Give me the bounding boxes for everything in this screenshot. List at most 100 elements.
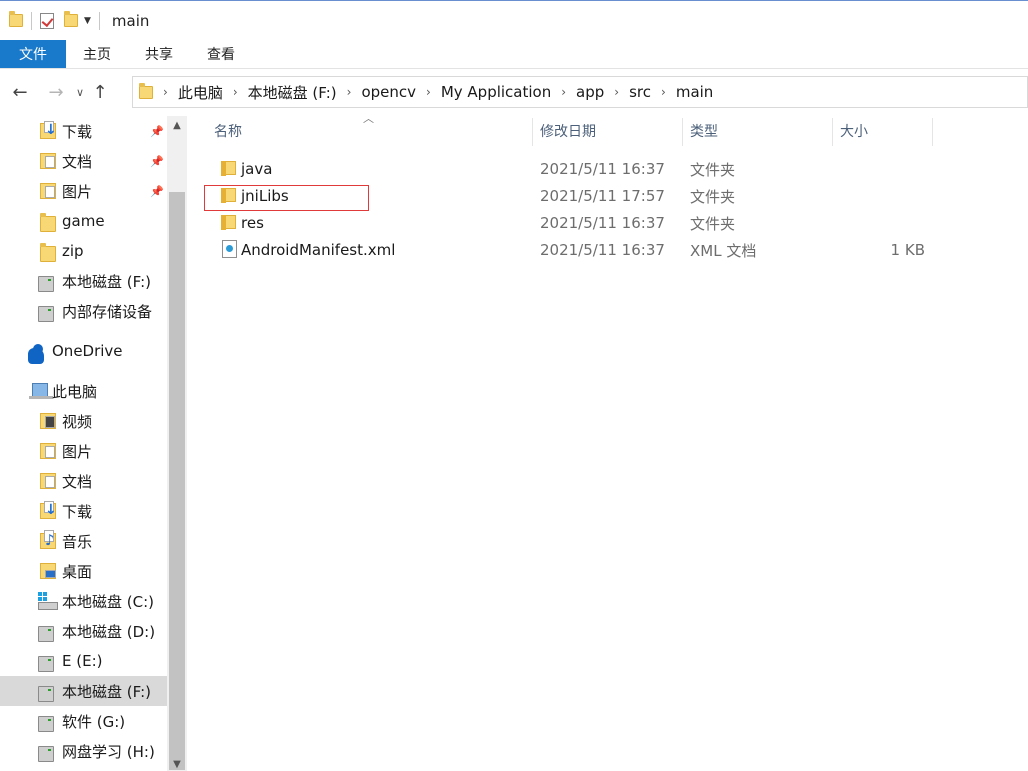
properties-check-icon[interactable] [40, 12, 54, 29]
column-header-label: 类型 [690, 124, 718, 140]
sidebar-item-drive-d[interactable]: 本地磁盘 (D:) [0, 616, 167, 646]
address-bar[interactable]: › 此电脑 › 本地磁盘 (F:) › opencv › My Applicat… [132, 76, 1028, 108]
column-header-size[interactable]: 大小 [840, 116, 868, 146]
forward-arrow-icon[interactable]: → [45, 82, 67, 103]
breadcrumb-app[interactable]: app [576, 83, 604, 101]
folder-icon [40, 213, 56, 232]
sidebar-item-drive-f[interactable]: 本地磁盘 (F:) [0, 676, 167, 706]
sidebar-item-pictures[interactable]: 图片 [0, 436, 167, 466]
breadcrumb-src[interactable]: src [629, 83, 651, 101]
file-row[interactable]: java 2021/5/11 16:37 文件夹 [205, 156, 1028, 182]
navigation-pane-scrollbar[interactable]: ▲ ▼ [167, 116, 187, 771]
recent-locations-chevron-down-icon[interactable]: ∨ [72, 86, 88, 99]
sidebar-item-label: 本地磁盘 (F:) [62, 682, 151, 701]
scroll-up-chevron-icon[interactable]: ▲ [167, 116, 187, 136]
file-name: res [241, 214, 264, 232]
this-pc-icon [29, 383, 53, 399]
sidebar-item-label: 内部存储设备 [62, 302, 153, 321]
sidebar-item-documents[interactable]: 文档 [0, 466, 167, 496]
sidebar-item-this-pc[interactable]: 此电脑 [0, 376, 167, 406]
breadcrumb-chevron-icon[interactable]: › [163, 85, 168, 99]
pin-icon[interactable]: 📌 [150, 185, 164, 198]
breadcrumb-opencv[interactable]: opencv [361, 83, 416, 101]
breadcrumb-chevron-icon[interactable]: › [426, 85, 431, 99]
documents-folder-icon [40, 153, 56, 169]
highlight-annotation-box [204, 185, 369, 211]
breadcrumb-chevron-icon[interactable]: › [233, 85, 238, 99]
toolbar-divider [98, 11, 100, 30]
drive-icon [38, 276, 54, 292]
breadcrumb-this-pc[interactable]: 此电脑 [178, 82, 223, 103]
breadcrumb-chevron-icon[interactable]: › [614, 85, 619, 99]
column-divider[interactable] [532, 118, 533, 146]
file-date: 2021/5/11 16:37 [540, 241, 665, 259]
sidebar-item-label: 图片 [62, 442, 93, 461]
sidebar-item-zip[interactable]: zip [0, 236, 167, 266]
sidebar-item-quick-drive-f[interactable]: 本地磁盘 (F:) [0, 266, 167, 296]
sidebar-item-label: 软件 (G:) [62, 712, 126, 731]
sidebar-item-label: 本地磁盘 (F:) [62, 272, 151, 291]
sidebar-item-drive-h[interactable]: 网盘学习 (H:) [0, 736, 167, 766]
sidebar-item-drive-c[interactable]: 本地磁盘 (C:) [0, 586, 167, 616]
tab-home[interactable]: 主页 [66, 40, 128, 68]
file-date: 2021/5/11 16:37 [540, 160, 665, 178]
column-divider[interactable] [682, 118, 683, 146]
tab-file[interactable]: 文件 [0, 40, 66, 68]
sidebar-item-game[interactable]: game [0, 206, 167, 236]
sidebar-item-downloads[interactable]: 下载 [0, 496, 167, 526]
sidebar-item-drive-g[interactable]: 软件 (G:) [0, 706, 167, 736]
sort-ascending-icon: ︿ [363, 112, 374, 125]
column-header-date[interactable]: 修改日期 [540, 116, 596, 146]
up-arrow-icon[interactable]: ↑ [89, 82, 111, 103]
customize-toolbar-chevron-down-icon[interactable]: ▼ [84, 16, 91, 26]
file-row[interactable]: AndroidManifest.xml 2021/5/11 16:37 XML … [205, 237, 1028, 263]
sidebar-item-label: zip [62, 242, 84, 260]
column-divider[interactable] [932, 118, 933, 146]
breadcrumb-chevron-icon[interactable]: › [661, 85, 666, 99]
pictures-folder-icon [40, 443, 56, 459]
xml-file-icon [222, 240, 237, 258]
file-row[interactable]: res 2021/5/11 16:37 文件夹 [205, 210, 1028, 236]
scroll-down-chevron-icon[interactable]: ▼ [167, 759, 187, 771]
sidebar-item-label: 图片 [62, 182, 93, 201]
sidebar-item-desktop[interactable]: 桌面 [0, 556, 167, 586]
file-size [825, 183, 925, 209]
toolbar-divider [31, 11, 32, 30]
breadcrumb-main[interactable]: main [676, 83, 713, 101]
breadcrumb-my-application[interactable]: My Application [441, 83, 551, 101]
sidebar-item-internal-storage[interactable]: 内部存储设备 [0, 296, 167, 326]
sidebar-item-drive-e[interactable]: E (E:) [0, 646, 167, 676]
file-type: 文件夹 [690, 160, 736, 179]
folder-icon [40, 243, 56, 262]
pin-icon[interactable]: 📌 [150, 125, 164, 138]
column-header-label: 名称 [214, 124, 242, 140]
scrollbar-thumb[interactable] [169, 192, 185, 770]
sidebar-item-quick-downloads[interactable]: 下载 📌 [0, 116, 167, 146]
column-divider[interactable] [832, 118, 833, 146]
column-header-name[interactable]: 名称 [214, 116, 242, 146]
sidebar-item-label: 下载 [62, 122, 93, 141]
back-arrow-icon[interactable]: ← [9, 82, 31, 103]
pin-icon[interactable]: 📌 [150, 155, 164, 168]
download-folder-icon [40, 501, 56, 519]
breadcrumb-chevron-icon[interactable]: › [347, 85, 352, 99]
sidebar-item-videos[interactable]: 视频 [0, 406, 167, 436]
sidebar-item-label: 桌面 [62, 562, 93, 581]
quick-access-toolbar: ▼ [0, 1, 108, 41]
breadcrumb-chevron-icon[interactable]: › [561, 85, 566, 99]
drive-icon [38, 716, 54, 732]
sidebar-item-onedrive[interactable]: OneDrive [0, 336, 167, 366]
tab-view[interactable]: 查看 [190, 40, 252, 68]
breadcrumb-drive-f[interactable]: 本地磁盘 (F:) [248, 82, 337, 103]
drive-icon [38, 686, 54, 702]
sidebar-item-quick-documents[interactable]: 文档 📌 [0, 146, 167, 176]
sidebar-item-quick-pictures[interactable]: 图片 📌 [0, 176, 167, 206]
sidebar-item-label: 音乐 [62, 532, 93, 551]
sidebar-item-music[interactable]: 音乐 [0, 526, 167, 556]
onedrive-cloud-icon [28, 344, 44, 364]
navigation-pane: 下载 📌 文档 📌 图片 📌 game zip 本地磁盘 (F:) 内部存储设备… [0, 116, 167, 771]
tab-share[interactable]: 共享 [128, 40, 190, 68]
file-name: java [241, 160, 273, 178]
column-header-type[interactable]: 类型 [690, 116, 718, 146]
new-folder-icon[interactable] [64, 11, 78, 27]
